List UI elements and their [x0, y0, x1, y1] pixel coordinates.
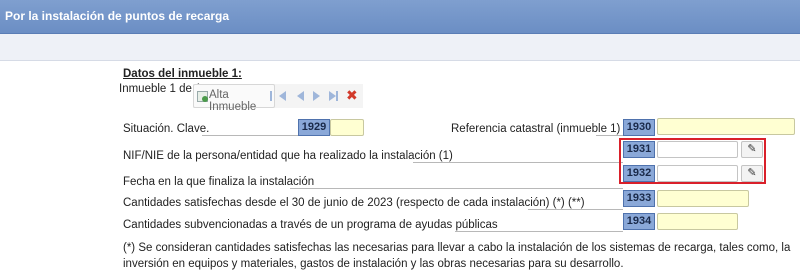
inmueble-toolbar: Alta Inmueble ✖ [193, 84, 363, 113]
leader-line [528, 209, 623, 210]
add-property-icon [197, 91, 208, 102]
previous-icon[interactable] [297, 91, 304, 101]
leader-line [202, 135, 298, 136]
leader-line [413, 162, 623, 163]
code-1930: 1930 [623, 119, 655, 136]
referencia-label: Referencia catastral (inmueble 1) [451, 123, 621, 135]
leader-line [455, 231, 623, 232]
section-title: Datos del inmueble 1: [123, 68, 242, 80]
next-icon[interactable] [313, 91, 320, 101]
alta-inmueble-button[interactable]: Alta Inmueble [193, 84, 275, 113]
sub-header-band [0, 34, 800, 61]
satisfechas-field[interactable] [657, 190, 749, 207]
referencia-field[interactable] [657, 118, 795, 135]
code-1934: 1934 [623, 213, 655, 230]
leader-line [290, 188, 623, 189]
delete-icon[interactable]: ✖ [346, 87, 358, 103]
nif-label: NIF/NIE de la persona/entidad que ha rea… [123, 150, 453, 162]
inmueble-count: Inmueble 1 de 1 [119, 83, 202, 95]
header-bar: Por la instalación de puntos de recarga [0, 0, 800, 34]
alta-inmueble-label: Alta Inmueble [209, 89, 257, 113]
page-title: Por la instalación de puntos de recarga [5, 9, 230, 23]
first-icon[interactable] [270, 91, 286, 101]
fecha-label: Fecha en la que finaliza la instalación [123, 176, 315, 188]
code-1929: 1929 [298, 119, 330, 136]
situacion-label: Situación. Clave. [123, 123, 210, 135]
footnote: (*) Se consideran cantidades satisfechas… [123, 242, 791, 270]
subvencionadas-label: Cantidades subvencionadas a través de un… [123, 219, 498, 231]
highlight-annotation [619, 138, 766, 184]
code-1933: 1933 [623, 190, 655, 207]
last-icon[interactable] [329, 91, 338, 101]
satisfechas-label: Cantidades satisfechas desde el 30 de ju… [123, 197, 585, 209]
subvencionadas-field[interactable] [657, 213, 738, 230]
situacion-field[interactable] [330, 119, 364, 136]
leader-line [596, 135, 623, 136]
